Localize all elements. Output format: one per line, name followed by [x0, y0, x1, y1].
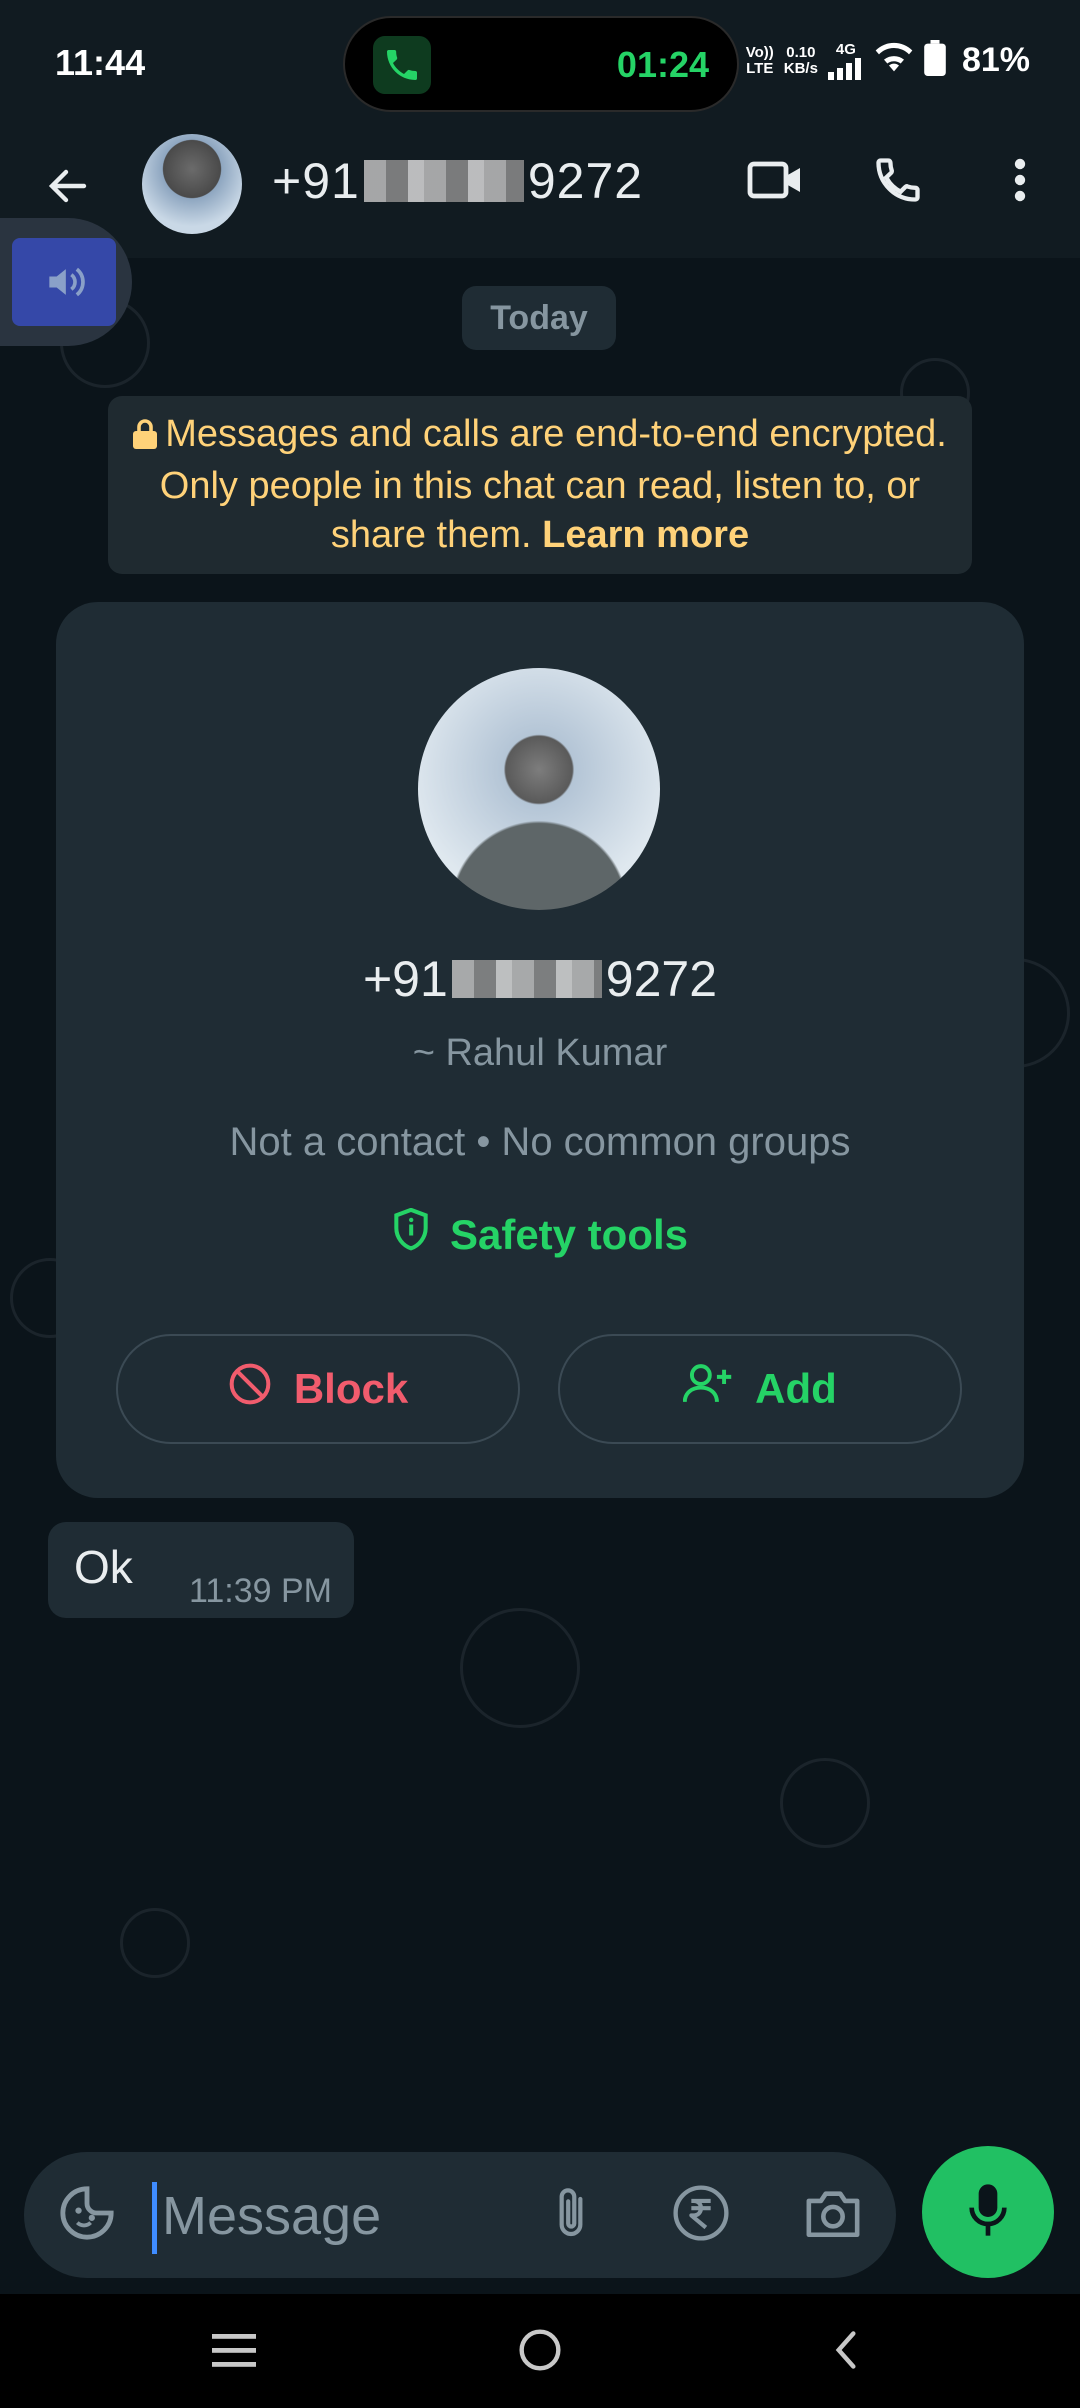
message-composer	[24, 2152, 896, 2278]
recent-apps-button[interactable]	[198, 2316, 270, 2388]
back-button[interactable]	[38, 158, 98, 218]
video-call-button[interactable]	[746, 152, 806, 212]
phone-icon	[872, 154, 924, 211]
network-speed: 0.10 KB/s	[783, 43, 818, 77]
status-time: 11:44	[55, 42, 146, 83]
system-navigation-bar	[0, 2294, 1080, 2408]
chat-header: +91 9272	[0, 128, 1080, 258]
payment-button[interactable]	[670, 2184, 732, 2246]
message-text: Ok	[74, 1541, 133, 1593]
camera-button[interactable]	[802, 2184, 864, 2246]
header-actions	[746, 152, 1050, 212]
contact-status: Not a contact • No common groups	[229, 1120, 851, 1164]
add-user-icon	[682, 1362, 733, 1416]
contact-phone-title[interactable]: +91 9272	[272, 152, 643, 210]
sticker-emoji-button[interactable]	[54, 2182, 120, 2248]
microphone-icon	[966, 2182, 1010, 2243]
safety-tools-link[interactable]: Safety tools	[56, 1207, 1024, 1262]
arrow-left-icon	[44, 162, 92, 215]
incoming-message-bubble[interactable]: Ok 11:39 PM	[48, 1522, 354, 1618]
doodle-decoration	[460, 1608, 580, 1728]
contact-phone-number: +91 9272	[362, 951, 718, 1007]
shield-icon	[392, 1207, 430, 1262]
redacted-digits	[451, 960, 602, 998]
redacted-digits	[363, 160, 524, 202]
message-input[interactable]	[162, 2174, 442, 2258]
chevron-left-icon	[828, 2328, 864, 2377]
circle-home-icon	[518, 2328, 562, 2377]
video-camera-icon	[746, 157, 806, 208]
speaker-icon	[12, 238, 116, 326]
doodle-decoration	[780, 1758, 870, 1848]
battery-percentage: 81%	[961, 41, 1030, 79]
system-back-button[interactable]	[810, 2316, 882, 2388]
volte-indicator: Vo)) LTE	[745, 43, 774, 77]
status-bar: 11:44 01:24 Vo)) LTE 0.10 KB/s 4G 81%	[0, 0, 1080, 128]
menu-icon	[212, 2332, 256, 2373]
sticker-icon	[58, 2184, 116, 2247]
message-timestamp: 11:39 PM	[188, 1572, 332, 1610]
block-icon	[228, 1362, 272, 1416]
wifi-icon	[874, 41, 914, 80]
home-button[interactable]	[504, 2316, 576, 2388]
date-divider: Today	[462, 286, 616, 350]
status-indicators: Vo)) LTE 0.10 KB/s 4G 81%	[746, 40, 1030, 81]
rupee-icon	[672, 2184, 730, 2247]
paperclip-icon	[551, 2185, 591, 2246]
signal-icon: 4G	[827, 41, 864, 80]
call-timer: 01:24	[616, 44, 709, 85]
text-cursor	[152, 2182, 157, 2254]
contact-info-card: +91 9272 ~ Rahul Kumar Not a contact • N…	[56, 602, 1024, 1498]
speaker-floating-button[interactable]	[0, 218, 132, 346]
attach-button[interactable]	[540, 2184, 602, 2246]
camera-icon	[804, 2188, 862, 2243]
encryption-notice[interactable]: Messages and calls are end-to-end encryp…	[108, 396, 972, 574]
learn-more-link[interactable]: Learn more	[542, 514, 749, 556]
add-contact-button[interactable]: Add	[558, 1334, 962, 1444]
contact-avatar[interactable]	[142, 134, 242, 234]
phone-call-icon	[373, 36, 431, 94]
ongoing-call-pill[interactable]: 01:24	[343, 16, 739, 112]
more-vertical-icon	[1012, 156, 1028, 209]
contact-name: ~ Rahul Kumar	[412, 1032, 668, 1074]
voice-message-button[interactable]	[922, 2146, 1054, 2278]
voice-call-button[interactable]	[868, 152, 928, 212]
contact-profile-photo[interactable]	[418, 668, 660, 910]
more-options-button[interactable]	[990, 152, 1050, 212]
lock-icon	[133, 413, 158, 462]
battery-icon	[924, 40, 946, 81]
doodle-decoration	[120, 1908, 190, 1978]
block-button[interactable]: Block	[116, 1334, 520, 1444]
